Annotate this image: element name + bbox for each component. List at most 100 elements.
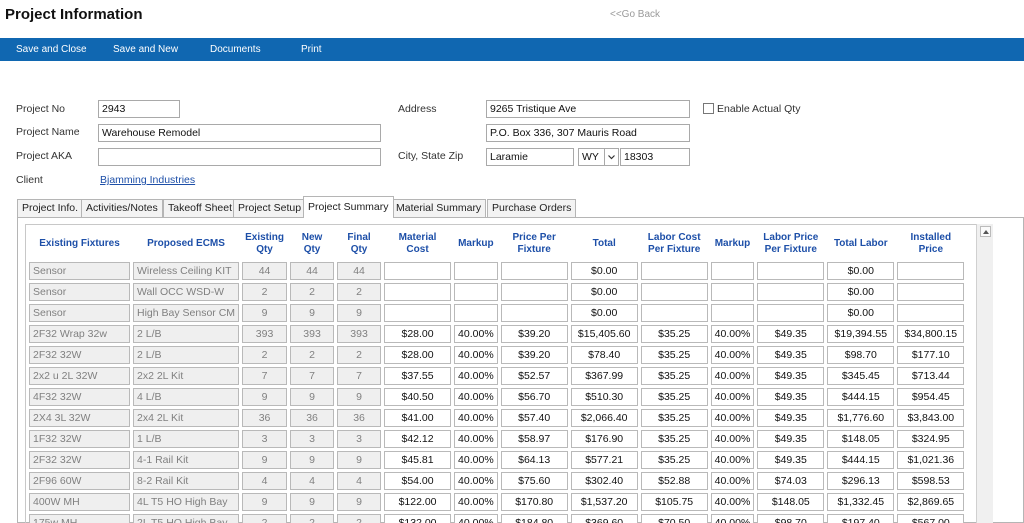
labor-cost-per-fixture-cell[interactable] <box>640 304 708 322</box>
labor-price-per-fixture-cell[interactable]: $49.35 <box>757 325 825 343</box>
markup-cell[interactable] <box>454 304 498 322</box>
labor-markup-cell[interactable]: 40.00% <box>710 514 755 523</box>
labor-markup-cell[interactable]: 40.00% <box>710 367 755 385</box>
markup-cell[interactable]: 40.00% <box>454 388 498 406</box>
labor-markup-cell[interactable]: 40.00% <box>710 430 755 448</box>
tab-project-info[interactable]: Project Info. <box>17 199 84 217</box>
material-cost-cell[interactable]: $28.00 <box>384 325 452 343</box>
total-labor-cell[interactable]: $345.45 <box>827 367 895 385</box>
labor-markup-cell[interactable]: 40.00% <box>710 388 755 406</box>
price-per-fixture-cell[interactable]: $39.20 <box>500 325 568 343</box>
markup-cell[interactable]: 40.00% <box>454 451 498 469</box>
labor-price-per-fixture-cell[interactable] <box>757 283 825 301</box>
tab-activities-notes[interactable]: Activities/Notes <box>81 199 163 217</box>
labor-markup-cell[interactable]: 40.00% <box>710 409 755 427</box>
total-cell[interactable]: $1,537.20 <box>570 493 638 511</box>
city-field[interactable]: Laramie <box>486 148 574 166</box>
price-per-fixture-cell[interactable] <box>500 262 568 280</box>
labor-price-per-fixture-cell[interactable]: $49.35 <box>757 430 825 448</box>
address-line2-field[interactable]: P.O. Box 336, 307 Mauris Road <box>486 124 690 142</box>
installed-price-cell[interactable]: $567.00 <box>897 514 965 523</box>
total-cell[interactable]: $78.40 <box>570 346 638 364</box>
project-name-field[interactable]: Warehouse Remodel <box>98 124 381 142</box>
material-cost-cell[interactable]: $122.00 <box>384 493 452 511</box>
installed-price-cell[interactable]: $713.44 <box>897 367 965 385</box>
labor-cost-per-fixture-cell[interactable]: $105.75 <box>640 493 708 511</box>
installed-price-cell[interactable]: $324.95 <box>897 430 965 448</box>
tab-project-summary[interactable]: Project Summary <box>303 196 394 218</box>
markup-cell[interactable]: 40.00% <box>454 346 498 364</box>
total-labor-cell[interactable]: $296.13 <box>827 472 895 490</box>
vertical-scrollbar[interactable] <box>976 224 993 523</box>
installed-price-cell[interactable]: $2,869.65 <box>897 493 965 511</box>
labor-cost-per-fixture-cell[interactable]: $35.25 <box>640 325 708 343</box>
tab-material-summary[interactable]: Material Summary <box>391 199 487 217</box>
labor-markup-cell[interactable]: 40.00% <box>710 472 755 490</box>
material-cost-cell[interactable]: $54.00 <box>384 472 452 490</box>
documents-button[interactable]: Documents <box>210 44 261 55</box>
price-per-fixture-cell[interactable] <box>500 304 568 322</box>
total-cell[interactable]: $0.00 <box>570 283 638 301</box>
save-and-new-button[interactable]: Save and New <box>113 44 178 55</box>
total-labor-cell[interactable]: $98.70 <box>827 346 895 364</box>
installed-price-cell[interactable]: $1,021.36 <box>897 451 965 469</box>
print-button[interactable]: Print <box>301 44 322 55</box>
labor-cost-per-fixture-cell[interactable] <box>640 262 708 280</box>
enable-actual-qty-checkbox[interactable] <box>703 103 714 114</box>
markup-cell[interactable]: 40.00% <box>454 325 498 343</box>
markup-cell[interactable] <box>454 262 498 280</box>
markup-cell[interactable]: 40.00% <box>454 514 498 523</box>
price-per-fixture-cell[interactable]: $75.60 <box>500 472 568 490</box>
total-cell[interactable]: $577.21 <box>570 451 638 469</box>
total-cell[interactable]: $0.00 <box>570 304 638 322</box>
material-cost-cell[interactable]: $37.55 <box>384 367 452 385</box>
labor-cost-per-fixture-cell[interactable]: $52.88 <box>640 472 708 490</box>
zip-field[interactable]: 18303 <box>620 148 690 166</box>
labor-price-per-fixture-cell[interactable]: $148.05 <box>757 493 825 511</box>
total-labor-cell[interactable]: $0.00 <box>827 262 895 280</box>
tab-purchase-orders[interactable]: Purchase Orders <box>487 199 577 217</box>
labor-markup-cell[interactable]: 40.00% <box>710 346 755 364</box>
project-no-field[interactable]: 2943 <box>98 100 180 118</box>
labor-price-per-fixture-cell[interactable]: $49.35 <box>757 388 825 406</box>
installed-price-cell[interactable]: $177.10 <box>897 346 965 364</box>
material-cost-cell[interactable]: $42.12 <box>384 430 452 448</box>
labor-cost-per-fixture-cell[interactable]: $35.25 <box>640 346 708 364</box>
installed-price-cell[interactable] <box>897 283 965 301</box>
price-per-fixture-cell[interactable] <box>500 283 568 301</box>
markup-cell[interactable]: 40.00% <box>454 472 498 490</box>
labor-cost-per-fixture-cell[interactable]: $35.25 <box>640 409 708 427</box>
material-cost-cell[interactable]: $41.00 <box>384 409 452 427</box>
state-dropdown-button[interactable] <box>604 148 619 166</box>
markup-cell[interactable]: 40.00% <box>454 430 498 448</box>
price-per-fixture-cell[interactable]: $58.97 <box>500 430 568 448</box>
installed-price-cell[interactable]: $598.53 <box>897 472 965 490</box>
total-labor-cell[interactable]: $19,394.55 <box>827 325 895 343</box>
labor-price-per-fixture-cell[interactable] <box>757 304 825 322</box>
price-per-fixture-cell[interactable]: $184.80 <box>500 514 568 523</box>
labor-cost-per-fixture-cell[interactable]: $35.25 <box>640 388 708 406</box>
price-per-fixture-cell[interactable]: $56.70 <box>500 388 568 406</box>
total-labor-cell[interactable]: $197.40 <box>827 514 895 523</box>
labor-price-per-fixture-cell[interactable]: $74.03 <box>757 472 825 490</box>
total-labor-cell[interactable]: $444.15 <box>827 388 895 406</box>
material-cost-cell[interactable]: $28.00 <box>384 346 452 364</box>
tab-takeoff-sheet[interactable]: Takeoff Sheet <box>163 199 238 217</box>
labor-price-per-fixture-cell[interactable]: $98.70 <box>757 514 825 523</box>
labor-cost-per-fixture-cell[interactable]: $35.25 <box>640 367 708 385</box>
tab-project-setup[interactable]: Project Setup <box>233 199 307 217</box>
total-cell[interactable]: $176.90 <box>570 430 638 448</box>
go-back-link[interactable]: <<Go Back <box>610 9 660 20</box>
total-cell[interactable]: $367.99 <box>570 367 638 385</box>
material-cost-cell[interactable] <box>384 283 452 301</box>
installed-price-cell[interactable]: $34,800.15 <box>897 325 965 343</box>
price-per-fixture-cell[interactable]: $39.20 <box>500 346 568 364</box>
scroll-up-arrow-icon[interactable] <box>980 226 991 237</box>
total-cell[interactable]: $510.30 <box>570 388 638 406</box>
markup-cell[interactable] <box>454 283 498 301</box>
markup-cell[interactable]: 40.00% <box>454 409 498 427</box>
save-and-close-button[interactable]: Save and Close <box>16 44 87 55</box>
total-labor-cell[interactable]: $0.00 <box>827 283 895 301</box>
material-cost-cell[interactable]: $40.50 <box>384 388 452 406</box>
material-cost-cell[interactable]: $132.00 <box>384 514 452 523</box>
